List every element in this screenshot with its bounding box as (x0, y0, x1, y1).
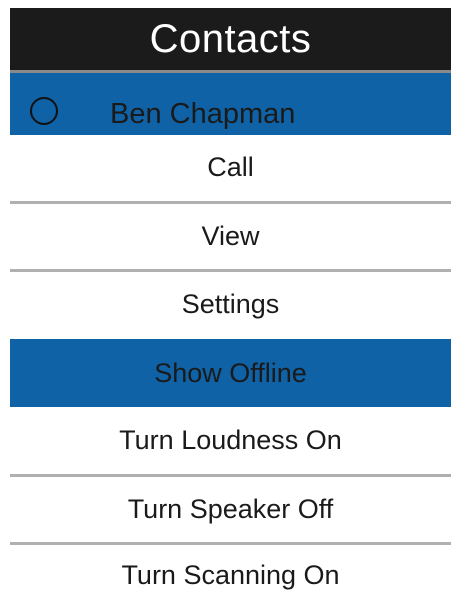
contacts-screen: Contacts Ben Chapman Call View Settings … (0, 0, 451, 605)
page-title: Contacts (149, 17, 312, 61)
menu-item-settings[interactable]: Settings (10, 272, 451, 337)
contact-ben-chapman[interactable]: Ben Chapman (10, 73, 451, 135)
menu-item-show-offline[interactable]: Show Offline (10, 339, 451, 407)
menu-item-label: Show Offline (154, 357, 307, 388)
menu-item-label: Call (207, 152, 254, 182)
menu-item-label: Turn Scanning On (121, 559, 340, 590)
menu-item-turn-loudness-on[interactable]: Turn Loudness On (10, 408, 451, 473)
menu-item-label: Turn Speaker Off (127, 494, 334, 524)
menu-item-label: View (201, 221, 260, 251)
contact-name: Ben Chapman (110, 98, 296, 130)
menu-item-view[interactable]: View (10, 204, 451, 269)
presence-circle-icon (30, 97, 58, 125)
menu-item-call[interactable]: Call (10, 135, 451, 200)
menu-item-label: Settings (181, 289, 280, 319)
menu-item-turn-scanning-on[interactable]: Turn Scanning On (10, 545, 451, 605)
menu-item-label: Turn Loudness On (119, 425, 342, 455)
menu-item-turn-speaker-off[interactable]: Turn Speaker Off (10, 477, 451, 542)
title-bar: Contacts (10, 8, 451, 70)
